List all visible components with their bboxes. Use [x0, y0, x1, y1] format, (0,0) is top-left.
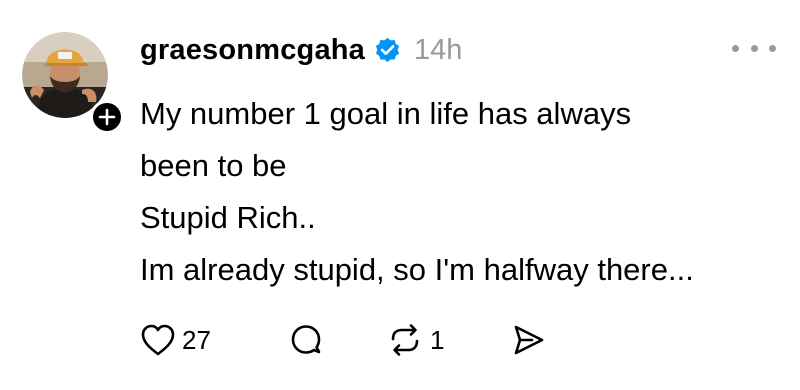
more-options-icon[interactable] [732, 36, 776, 60]
comment-button[interactable] [288, 322, 386, 358]
verified-badge-icon [373, 36, 402, 65]
more-dot [732, 44, 739, 52]
post-text-line: been to be [140, 148, 287, 183]
plus-icon [98, 108, 116, 126]
share-button[interactable] [510, 322, 546, 358]
post-timestamp: 14h [414, 33, 463, 66]
post-header: graesonmcgaha 14h [140, 28, 462, 72]
username[interactable]: graesonmcgaha [140, 34, 365, 67]
thread-post: graesonmcgaha 14h My number 1 goal in li… [0, 0, 800, 390]
heart-icon [140, 323, 176, 357]
more-dot [769, 44, 776, 52]
repost-icon [386, 322, 424, 358]
post-actions: 27 1 [140, 318, 546, 362]
post-text-line: Im already stupid, so I'm halfway there.… [140, 252, 694, 287]
like-button[interactable]: 27 [140, 323, 288, 357]
post-text-line: Stupid Rich.. [140, 200, 316, 235]
repost-button[interactable]: 1 [386, 322, 510, 358]
avatar-container [22, 32, 124, 134]
follow-button[interactable] [90, 100, 124, 134]
post-text-line: My number 1 goal in life has always [140, 96, 632, 131]
repost-count: 1 [430, 324, 445, 355]
like-count: 27 [182, 324, 211, 355]
comment-icon [288, 322, 324, 358]
send-icon [510, 322, 546, 358]
post-text: My number 1 goal in life has always been… [140, 88, 694, 296]
more-dot [750, 44, 758, 52]
